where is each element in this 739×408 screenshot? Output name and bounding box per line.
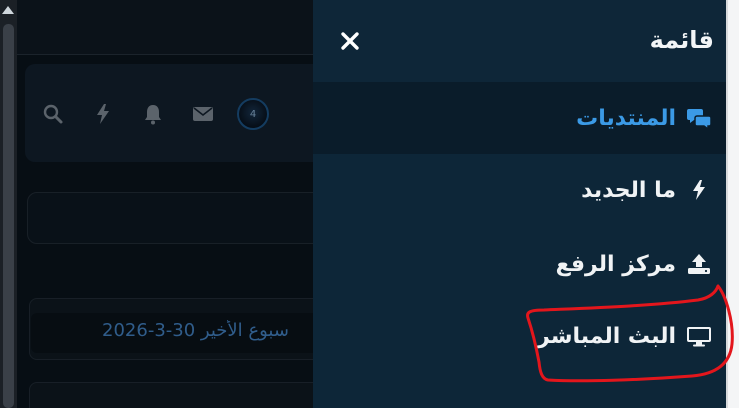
menu-item-label: البث المباشر bbox=[537, 323, 676, 349]
forums-icon bbox=[686, 105, 712, 131]
page-overlay[interactable] bbox=[17, 0, 313, 408]
menu-item-forums[interactable]: المنتديات bbox=[313, 82, 726, 154]
page-scrollbar[interactable] bbox=[0, 0, 17, 408]
edge-divider bbox=[726, 0, 728, 408]
offcanvas-menu: قائمة المنتديات ما الجديد مركز الرفع الب… bbox=[313, 0, 726, 408]
menu-header: قائمة bbox=[313, 0, 726, 82]
close-menu-button[interactable] bbox=[337, 28, 363, 54]
scroll-up-arrow-icon[interactable] bbox=[2, 6, 14, 14]
window-edge bbox=[726, 0, 739, 408]
close-icon bbox=[341, 32, 359, 50]
scroll-thumb[interactable] bbox=[3, 24, 14, 408]
menu-item-upload-center[interactable]: مركز الرفع bbox=[313, 228, 726, 300]
menu-item-label: ما الجديد bbox=[581, 177, 676, 203]
bolt-icon bbox=[686, 177, 712, 203]
background-page: 4 سبوع الأخير 30-3-2026 bbox=[17, 0, 313, 408]
menu-item-live-stream[interactable]: البث المباشر bbox=[313, 300, 726, 372]
monitor-icon bbox=[686, 323, 712, 349]
menu-item-label: مركز الرفع bbox=[555, 251, 676, 277]
upload-icon bbox=[686, 251, 712, 277]
menu-item-label: المنتديات bbox=[576, 105, 676, 131]
menu-item-whats-new[interactable]: ما الجديد bbox=[313, 154, 726, 226]
menu-title: قائمة bbox=[649, 26, 714, 54]
